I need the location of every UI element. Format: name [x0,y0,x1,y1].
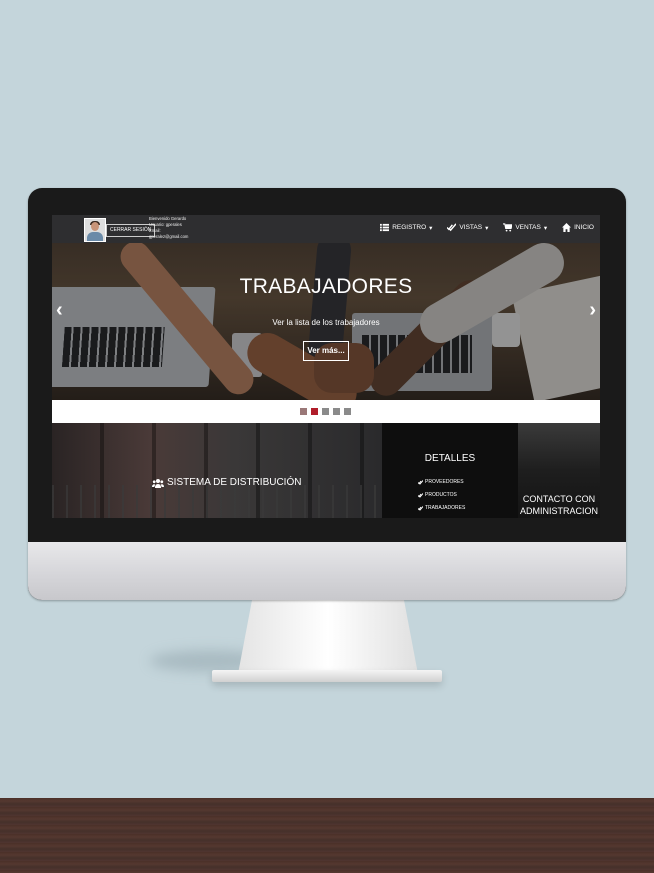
caret-down-icon: ▾ [543,224,548,232]
carousel-indicator[interactable] [322,408,329,415]
detalles-item-label: PROVEEDORES [425,479,464,485]
panel-contacto[interactable]: CONTACTO CON ADMINISTRACION [518,423,600,518]
nav-vistas[interactable]: VISTAS ▾ [447,223,488,232]
slide-title: TRABAJADORES [239,275,413,298]
sistema-label: SISTEMA DE DISTRIBUCIÓN [167,477,302,488]
users-icon [152,478,164,488]
panel-detalles: DETALLES PROVEEDORES PRODUCTOS TRABAJADO… [382,423,518,518]
nav-inicio[interactable]: INICIO [562,223,594,232]
cart-icon [503,223,513,232]
caret-down-icon: ▾ [485,224,489,232]
nav-ventas[interactable]: VENTAS ▾ [503,223,547,232]
caret-down-icon: ▾ [429,224,433,232]
check-double-icon [447,223,457,232]
detalles-item-label: TRABAJADORES [425,505,466,511]
monitor-chin [28,542,626,600]
desk-surface [0,798,654,873]
panel-sistema: SISTEMA DE DISTRIBUCIÓN [52,423,382,518]
monitor-stand [238,598,418,674]
nav-ventas-label: VENTAS [515,224,541,231]
logout-button[interactable]: CERRAR SESIÓN [106,224,156,237]
carousel-indicators [300,408,351,415]
carousel-indicator[interactable] [300,408,307,415]
check-double-icon [418,480,423,485]
carousel-slide: TRABAJADORES Ver la lista de los trabaja… [52,243,600,400]
info-panels: SISTEMA DE DISTRIBUCIÓN DETALLES PROVEED… [52,423,600,518]
sistema-heading: SISTEMA DE DISTRIBUCIÓN [152,477,301,488]
check-double-icon [418,493,423,498]
monitor-stand-base [212,670,442,682]
detalles-item-label: PRODUCTOS [425,492,457,498]
nav-inicio-label: INICIO [574,224,594,231]
ver-mas-button[interactable]: Ver más... [303,341,349,361]
detalles-title: DETALLES [424,453,476,464]
nav-registro-label: REGISTRO [392,224,427,231]
detalles-item-trabajadores[interactable]: TRABAJADORES [418,502,465,515]
detalles-item-productos[interactable]: PRODUCTOS [418,489,465,502]
navbar: CERRAR SESIÓN Bienvenido Gerardo Usuario… [52,215,600,243]
chevron-right-icon[interactable]: › [589,299,596,322]
nav-registro[interactable]: REGISTRO ▾ [380,223,432,232]
user-avatar [84,218,106,242]
nav-vistas-label: VISTAS [459,224,483,231]
home-icon [562,223,572,232]
contacto-heading: CONTACTO CON ADMINISTRACION [518,493,600,517]
carousel-indicator-bar [52,400,600,423]
carousel-indicator-active[interactable] [311,408,318,415]
check-double-icon [418,506,423,511]
slide-subtitle: Ver la lista de los trabajadores [272,318,380,327]
user-info: Bienvenido Gerardo Usuario: gperales Ema… [149,216,188,240]
user-email: gperalez@gmail.com [149,234,189,239]
nav-menu: REGISTRO ▾ VISTAS ▾ VENTAS ▾ INICIO [380,223,594,232]
carousel-indicator[interactable] [344,408,351,415]
chevron-left-icon[interactable]: ‹ [56,299,63,322]
list-icon [380,223,390,232]
website-screen: CERRAR SESIÓN Bienvenido Gerardo Usuario… [52,215,600,518]
contacto-line-1: CONTACTO CON [522,494,596,504]
detalles-item-proveedores[interactable]: PROVEEDORES [418,476,465,489]
contacto-line-2: ADMINISTRACION [519,506,598,516]
detalles-list: PROVEEDORES PRODUCTOS TRABAJADORES [418,476,465,515]
carousel-indicator[interactable] [333,408,340,415]
